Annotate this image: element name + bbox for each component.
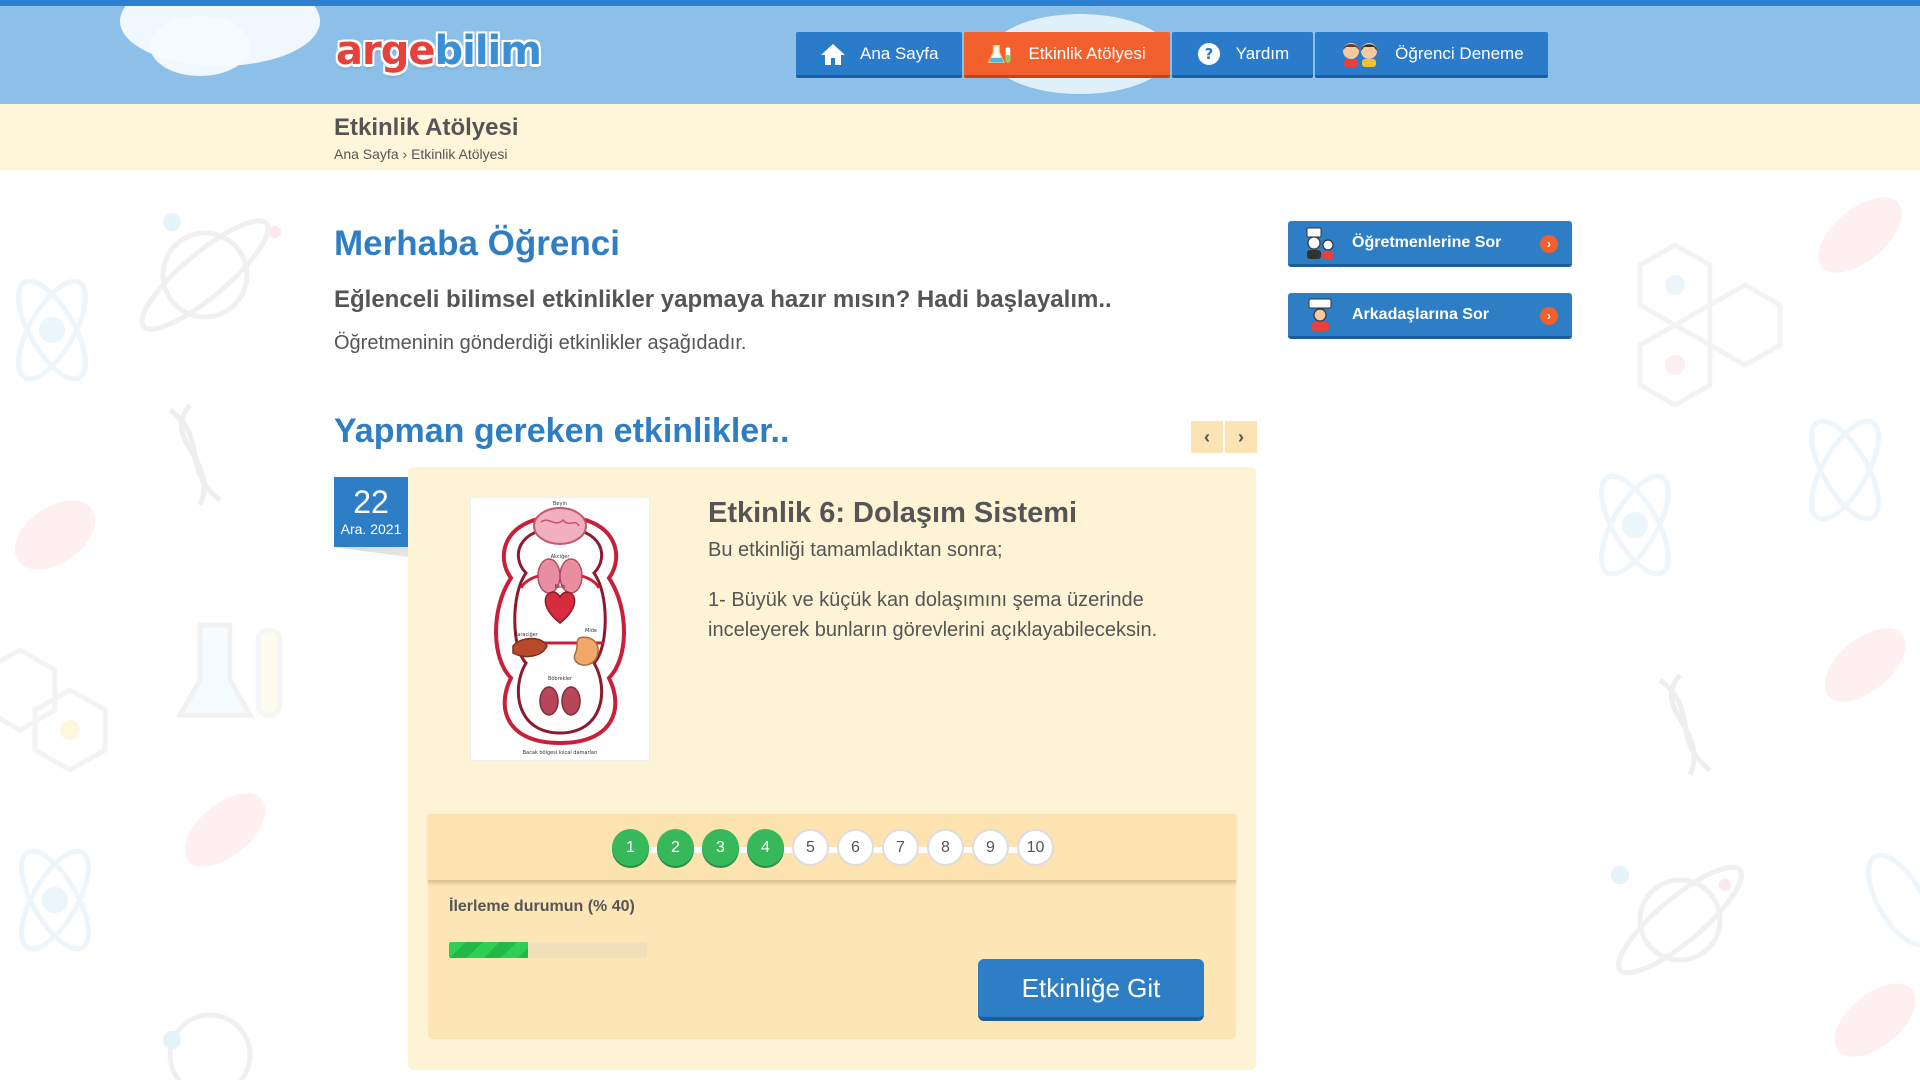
step-7[interactable]: 7	[882, 829, 919, 866]
lab-icon	[988, 41, 1014, 67]
activity-objective: 1- Büyük ve küçük kan dolaşımını şema üz…	[708, 589, 1158, 641]
activity-title: Etkinlik 6: Dolaşım Sistemi	[708, 497, 1078, 529]
nav-label: Ana Sayfa	[860, 43, 939, 63]
date-badge-shadow	[334, 547, 408, 557]
diagram-label: Böbrekler	[548, 676, 573, 682]
progress-bar-fill	[449, 942, 529, 958]
nav-student-trial[interactable]: Öğrenci Deneme	[1315, 32, 1548, 78]
steps-bar: 1 2 3 4 5 6 7 8 9 10	[428, 814, 1236, 882]
breadcrumb-separator: ›	[402, 146, 408, 162]
breadcrumb-home-link[interactable]: Ana Sayfa	[334, 146, 399, 162]
breadcrumb: Ana Sayfa › Etkinlik Atölyesi	[334, 146, 508, 162]
diagram-label: Mide	[585, 628, 597, 634]
logo-part1: arge	[336, 28, 435, 74]
diagram-label: Karaciğer	[514, 631, 539, 638]
carousel-prev-button[interactable]: ‹	[1191, 421, 1223, 453]
logo[interactable]: argebilim	[336, 28, 542, 74]
diagram-label: Kalp	[555, 584, 566, 590]
header-cloud	[150, 16, 250, 76]
nav-label: Yardım	[1235, 43, 1290, 63]
go-to-activity-button[interactable]: Etkinliğe Git	[978, 959, 1204, 1021]
step-8[interactable]: 8	[927, 829, 964, 866]
diagram-label: Bacak bölgesi kılcal damarları	[523, 750, 598, 756]
circulatory-diagram-image: Beyin Akciğer Kalp Karaciğer Mide Böbrek…	[470, 497, 650, 761]
sidebar-button-label: Arkadaşlarına Sor	[1352, 305, 1489, 323]
carousel-controls: ‹ ›	[1191, 421, 1257, 453]
breadcrumb-current: Etkinlik Atölyesi	[411, 146, 508, 162]
progress-panel: 1 2 3 4 5 6 7 8 9 10 İlerleme durumun (% 40) Etki…	[428, 814, 1236, 1039]
students-icon	[1339, 41, 1381, 67]
main-nav: Ana Sayfa Etkinlik Atölyesi ? Yardım Öğr…	[796, 32, 1548, 78]
subheading: Eğlenceli bilimsel etkinlikler yapmaya h…	[334, 286, 1112, 313]
sidebar-button-label: Öğretmenlerine Sor	[1352, 233, 1502, 251]
greeting-heading: Merhaba Öğrenci	[334, 224, 620, 263]
ask-teachers-button[interactable]: Öğretmenlerine Sor ›	[1288, 221, 1572, 267]
page-title-bar: Etkinlik Atölyesi Ana Sayfa › Etkinlik A…	[0, 104, 1920, 170]
logo-part2: bilim	[434, 28, 541, 74]
step-1[interactable]: 1	[612, 829, 649, 866]
activity-card: Beyin Akciğer Kalp Karaciğer Mide Böbrek…	[408, 467, 1256, 1070]
step-3[interactable]: 3	[702, 829, 739, 866]
nav-home[interactable]: Ana Sayfa	[796, 32, 963, 78]
page-title: Etkinlik Atölyesi	[334, 114, 519, 141]
carousel-next-button[interactable]: ›	[1225, 421, 1257, 453]
date-badge: 22 Ara. 2021	[334, 477, 408, 547]
progress-bar	[449, 942, 647, 958]
home-icon	[820, 41, 846, 67]
teachers-icon	[1302, 225, 1338, 261]
help-icon: ?	[1196, 41, 1222, 67]
arrow-right-icon: ›	[1540, 235, 1558, 253]
step-4[interactable]: 4	[747, 829, 784, 866]
circulatory-system-illustration: Beyin Akciğer Kalp Karaciğer Mide Böbrek…	[494, 501, 626, 756]
ask-friends-button[interactable]: Arkadaşlarına Sor ›	[1288, 293, 1572, 339]
nav-help[interactable]: ? Yardım	[1171, 32, 1314, 78]
step-6[interactable]: 6	[837, 829, 874, 866]
diagram-label: Beyin	[553, 501, 567, 507]
step-9[interactable]: 9	[972, 829, 1009, 866]
step-10[interactable]: 10	[1017, 829, 1054, 866]
svg-text:?: ?	[1204, 45, 1213, 63]
nav-activity-workshop[interactable]: Etkinlik Atölyesi	[964, 32, 1170, 78]
date-day: 22	[353, 484, 389, 520]
step-5[interactable]: 5	[792, 829, 829, 866]
chevron-right-icon: ›	[1238, 426, 1244, 447]
lead-text: Öğretmeninin gönderdiği etkinlikler aşağ…	[334, 332, 747, 354]
date-month: Ara. 2021	[340, 521, 402, 537]
nav-label: Öğrenci Deneme	[1395, 43, 1524, 63]
site-header: argebilim Ana Sayfa Etkinlik Atölyesi ? …	[0, 0, 1920, 104]
friends-icon	[1302, 297, 1338, 333]
section-title: Yapman gereken etkinlikler..	[334, 412, 790, 450]
chevron-left-icon: ‹	[1204, 426, 1210, 447]
progress-label: İlerleme durumun (% 40)	[449, 898, 635, 915]
activity-intro: Bu etkinliği tamamladıktan sonra;	[708, 539, 1003, 561]
step-list: 1 2 3 4 5 6 7 8 9 10	[612, 829, 1054, 866]
arrow-right-icon: ›	[1540, 307, 1558, 325]
step-2[interactable]: 2	[657, 829, 694, 866]
nav-label: Etkinlik Atölyesi	[1028, 43, 1146, 63]
diagram-label: Akciğer	[551, 553, 571, 560]
